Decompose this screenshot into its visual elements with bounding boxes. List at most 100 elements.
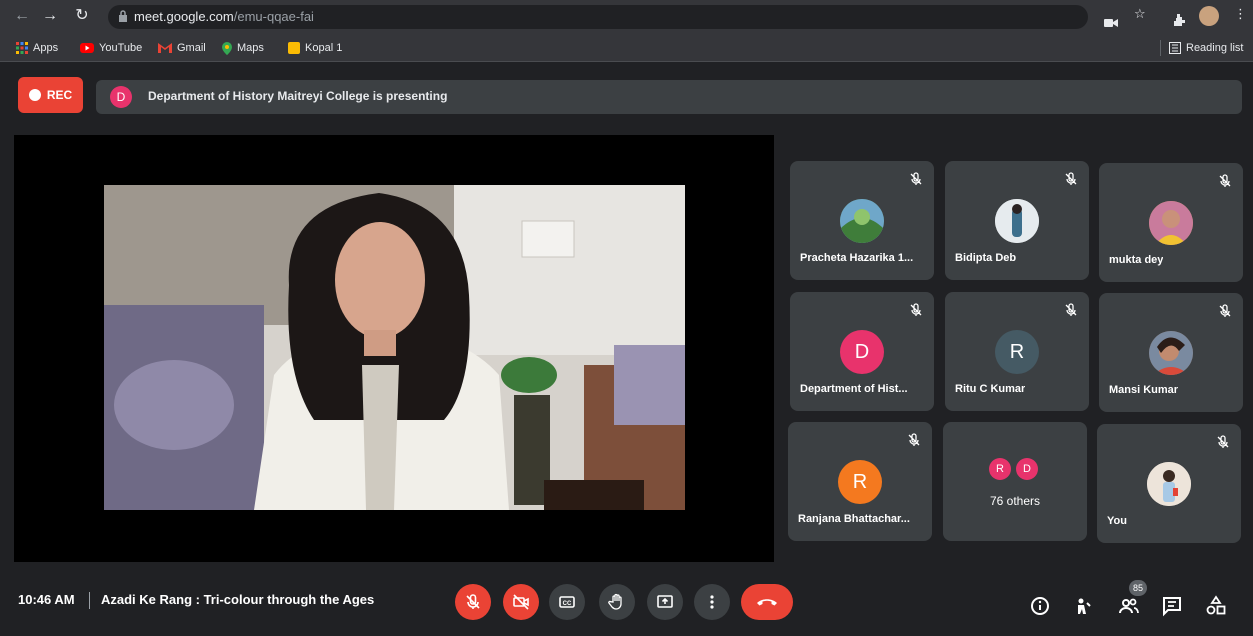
present-now-button[interactable] — [647, 584, 683, 620]
recording-badge[interactable]: REC — [18, 77, 83, 113]
recording-label: REC — [46, 88, 73, 102]
forward-icon[interactable]: → — [40, 6, 60, 26]
bookmark-label: Maps — [237, 42, 264, 54]
meeting-controls-bar: 10:46 AM Azadi Ke Rang : Tri-colour thro… — [0, 570, 1253, 636]
participant-name: Mansi Kumar — [1109, 384, 1179, 396]
presenter-avatar: D — [110, 86, 132, 108]
participant-avatar — [1149, 331, 1193, 375]
bookmark-gmail[interactable]: Gmail — [158, 40, 206, 56]
bookmark-label: Gmail — [177, 42, 206, 54]
presenter-video — [104, 185, 685, 510]
participant-tile[interactable]: R Ranjana Bhattachar... — [788, 422, 932, 541]
participant-tile[interactable]: R Ritu C Kumar — [945, 292, 1089, 411]
svg-text:CC: CC — [563, 601, 572, 607]
apps-grid-icon — [16, 42, 28, 54]
more-options-button[interactable] — [694, 584, 730, 620]
folder-icon — [288, 42, 300, 54]
info-icon[interactable] — [1028, 594, 1052, 618]
participant-avatar — [995, 199, 1039, 243]
mic-off-icon — [1217, 435, 1229, 448]
bookmark-apps[interactable]: Apps — [16, 40, 58, 56]
participant-avatar — [840, 199, 884, 243]
activities-icon[interactable] — [1072, 594, 1096, 618]
profile-avatar[interactable] — [1199, 6, 1219, 26]
record-dot-icon — [28, 89, 41, 101]
others-avatar: R — [989, 458, 1011, 480]
mic-off-icon — [908, 433, 920, 446]
back-icon[interactable]: ← — [12, 6, 32, 26]
bookmark-label: Kopal 1 — [305, 42, 343, 54]
participant-tile[interactable]: Mansi Kumar — [1099, 293, 1243, 412]
participant-name: Bidipta Deb — [955, 252, 1017, 264]
mic-off-icon — [1065, 172, 1077, 185]
bookmark-label: YouTube — [99, 42, 143, 54]
participant-name: mukta dey — [1109, 254, 1164, 266]
video-frame-image — [104, 185, 685, 510]
participant-tile[interactable]: mukta dey — [1099, 163, 1243, 282]
star-icon[interactable]: ☆ — [1134, 6, 1146, 28]
participant-name: Department of Hist... — [800, 383, 908, 395]
self-tile[interactable]: You — [1097, 424, 1241, 543]
extensions-icon[interactable] — [1172, 9, 1186, 31]
participant-name: Pracheta Hazarika 1... — [800, 252, 914, 264]
reading-list-label: Reading list — [1186, 42, 1244, 54]
participant-tile[interactable]: Bidipta Deb — [945, 161, 1089, 280]
hand-icon — [608, 593, 622, 610]
participant-avatar — [1149, 201, 1193, 245]
bookmark-kopal[interactable]: Kopal 1 — [288, 40, 342, 56]
camera-indicator-icon[interactable] — [1104, 12, 1118, 34]
bookmark-maps[interactable]: Maps — [222, 40, 264, 56]
mic-off-icon — [1065, 303, 1077, 316]
participant-name: Ranjana Bhattachar... — [798, 513, 910, 525]
mic-toggle-button[interactable] — [455, 584, 491, 620]
gmail-icon — [158, 43, 172, 53]
url-path: /emu-qqae-fai — [233, 9, 314, 24]
url-host: meet.google.com — [134, 9, 234, 24]
chat-icon[interactable] — [1160, 594, 1184, 618]
participant-avatar — [1147, 462, 1191, 506]
hang-up-icon — [757, 599, 777, 606]
reading-list-icon — [1169, 42, 1181, 54]
people-icon[interactable] — [1117, 594, 1141, 618]
captions-button[interactable]: CC — [549, 584, 585, 620]
participant-tile[interactable]: Pracheta Hazarika 1... — [790, 161, 934, 280]
meeting-title: Azadi Ke Rang : Tri-colour through the A… — [101, 592, 375, 607]
divider — [89, 592, 90, 609]
mic-off-icon — [1219, 174, 1231, 187]
raise-hand-button[interactable] — [599, 584, 635, 620]
camera-off-icon — [513, 594, 529, 610]
captions-icon: CC — [559, 596, 575, 608]
participant-name: You — [1107, 515, 1127, 527]
camera-toggle-button[interactable] — [503, 584, 539, 620]
browser-toolbar: ← → ↻ meet.google.com/emu-qqae-fai ☆ ⋮ — [0, 0, 1253, 34]
others-avatar: D — [1016, 458, 1038, 480]
reading-list-button[interactable]: Reading list — [1160, 40, 1243, 56]
activities-shapes-icon[interactable] — [1204, 594, 1228, 618]
main-stage[interactable] — [14, 135, 774, 562]
mic-off-icon — [910, 172, 922, 185]
meeting-clock: 10:46 AM — [18, 592, 75, 607]
participant-avatar: R — [838, 460, 882, 504]
mic-off-icon — [466, 594, 480, 609]
reload-icon[interactable]: ↻ — [72, 6, 92, 26]
bookmarks-bar: Apps YouTube Gmail Maps Kopal 1 Reading … — [0, 34, 1253, 62]
others-tile[interactable]: R D 76 others — [943, 422, 1087, 541]
presenter-banner: D Department of History Maitreyi College… — [96, 80, 1242, 114]
url-text: meet.google.com/emu-qqae-fai — [134, 9, 314, 24]
maps-pin-icon — [222, 41, 232, 55]
participant-avatar: D — [840, 330, 884, 374]
mic-off-icon — [910, 303, 922, 316]
menu-icon[interactable]: ⋮ — [1234, 6, 1247, 28]
more-vert-icon — [710, 595, 714, 609]
leave-call-button[interactable] — [741, 584, 793, 620]
lock-icon — [119, 10, 127, 22]
bookmark-label: Apps — [33, 42, 59, 54]
address-bar[interactable]: meet.google.com/emu-qqae-fai — [108, 5, 1088, 29]
participant-tile[interactable]: D Department of Hist... — [790, 292, 934, 411]
presenter-text: Department of History Maitreyi College i… — [148, 89, 448, 103]
participant-name: Ritu C Kumar — [955, 383, 1026, 395]
mic-off-icon — [1219, 304, 1231, 317]
bookmark-youtube[interactable]: YouTube — [80, 40, 142, 56]
youtube-icon — [80, 43, 94, 53]
others-count-label: 76 others — [989, 494, 1041, 508]
